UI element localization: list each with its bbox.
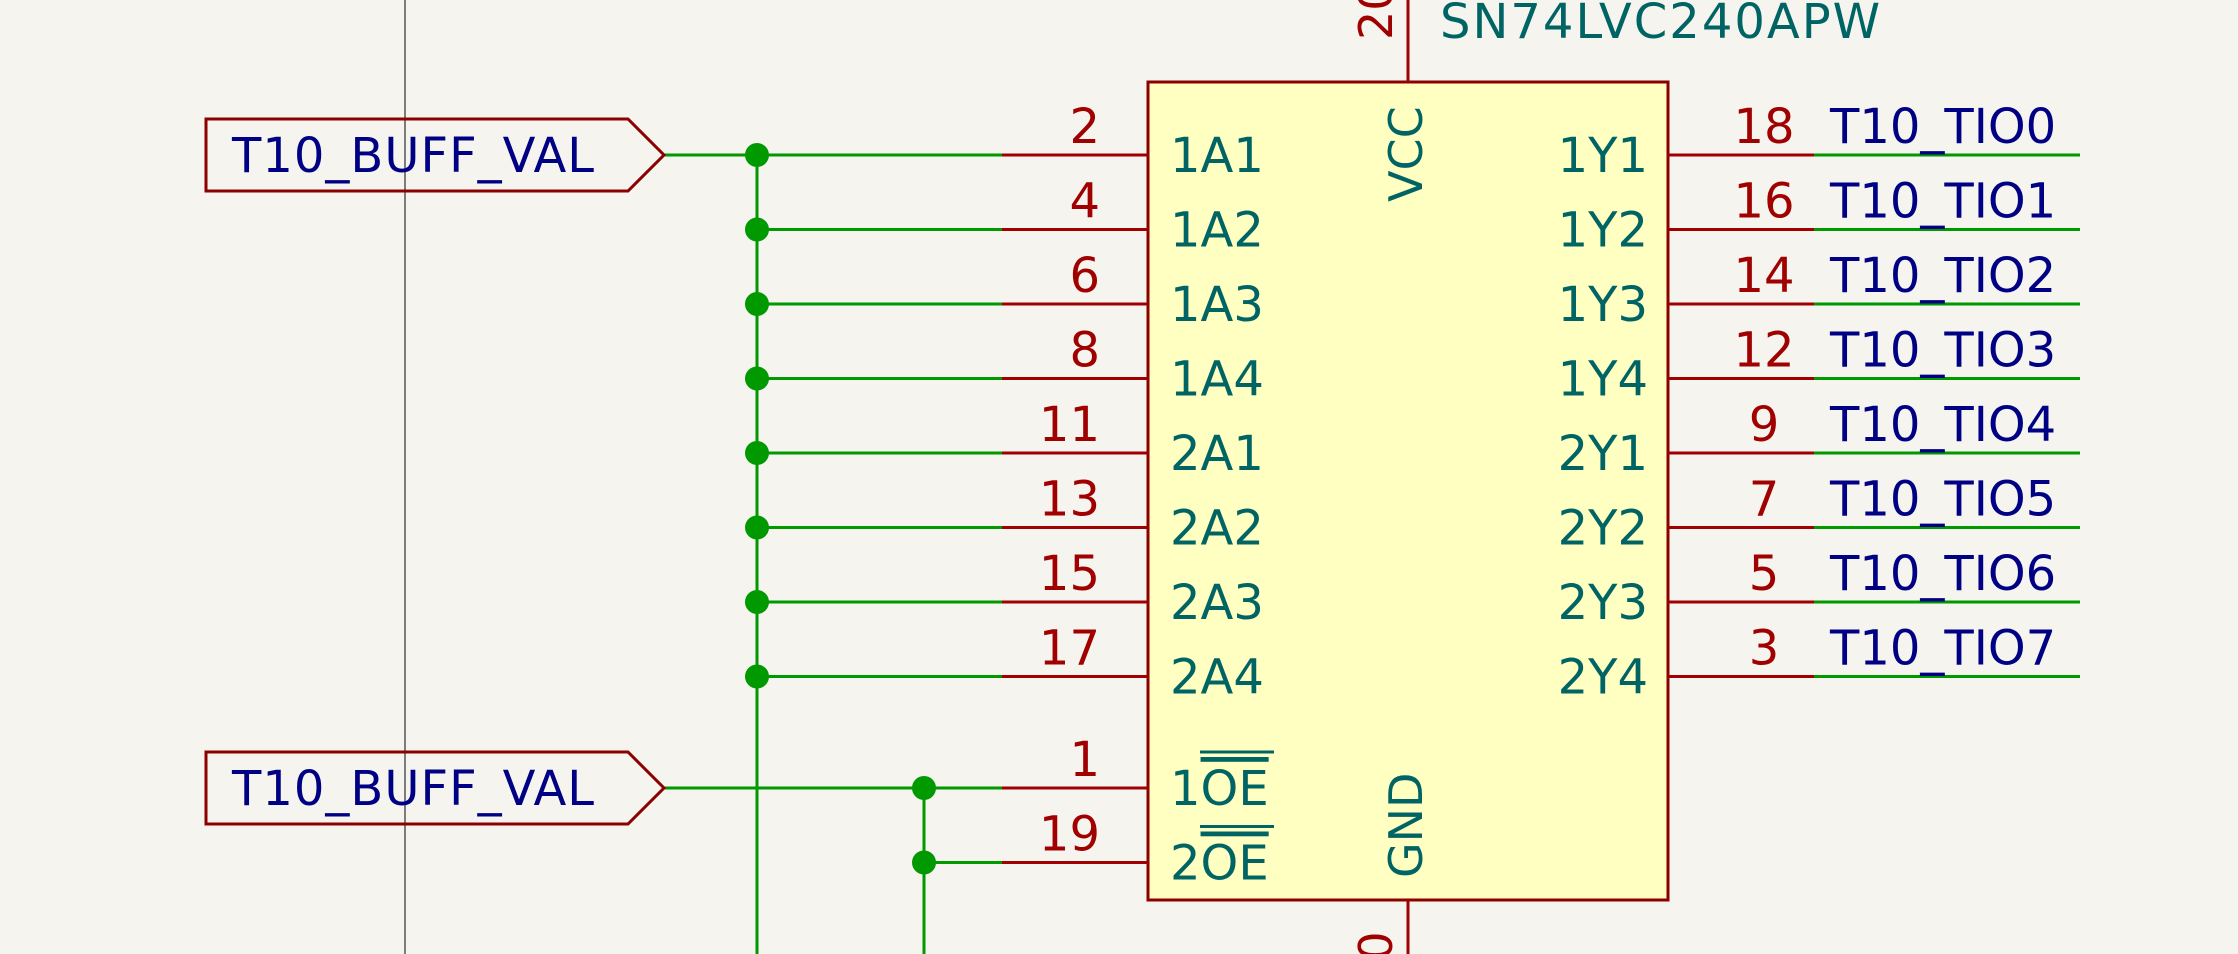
wire-junction — [745, 292, 769, 316]
pin-number: 5 — [1749, 546, 1780, 602]
pin-name: 1Y2 — [1558, 203, 1648, 259]
pin-number: 8 — [1069, 323, 1100, 379]
pin-name: 1A4 — [1170, 352, 1264, 408]
pin-number: 15 — [1039, 546, 1100, 602]
vcc-pin-number: 20 — [1349, 0, 1403, 40]
wire-junction — [745, 590, 769, 614]
pin-name: 2OE — [1170, 836, 1269, 892]
pin-number: 2 — [1069, 99, 1100, 155]
pin-name: 1OE — [1170, 761, 1269, 817]
pin-number: 14 — [1733, 248, 1794, 304]
wire-junction — [912, 850, 936, 875]
pin-name: 2A3 — [1170, 575, 1264, 631]
wire-junction — [745, 441, 769, 465]
pin-number: 9 — [1749, 397, 1780, 453]
pin-number: 17 — [1039, 621, 1100, 677]
wire-junction — [745, 515, 769, 540]
pin-name: 1Y3 — [1558, 277, 1648, 333]
gnd-pin-number: 10 — [1349, 931, 1403, 954]
pin-number: 19 — [1039, 807, 1100, 863]
pin-name: 2Y3 — [1558, 575, 1648, 631]
pin-name: 2Y2 — [1558, 501, 1648, 557]
hier-label-text: T10_BUFF_VAL — [231, 128, 595, 184]
pin-number: 11 — [1039, 397, 1100, 453]
net-label-t10_tio2[interactable]: T10_TIO2 — [1829, 248, 2056, 304]
pin-number: 12 — [1733, 323, 1794, 379]
vcc-pin-name: VCC — [1379, 106, 1433, 202]
pin-name: 2A4 — [1170, 650, 1264, 706]
pin-number: 7 — [1749, 472, 1780, 528]
pin-name: 2A2 — [1170, 501, 1264, 557]
hier-label-t10-buff-val[interactable]: T10_BUFF_VAL — [204, 750, 667, 826]
pin-number: 3 — [1749, 621, 1780, 677]
hier-label-text: T10_BUFF_VAL — [231, 761, 595, 817]
schematic-canvas: 20 VCC SN74LVC240APW 10 GND 2 1A1 4 1A2 6 1A3… — [204, 0, 2080, 954]
pin-name: 1A2 — [1170, 203, 1264, 259]
junctions-layer — [745, 143, 936, 875]
pin-number: 18 — [1733, 99, 1794, 155]
net-label-t10_tio0[interactable]: T10_TIO0 — [1829, 99, 2056, 155]
net-label-t10_tio3[interactable]: T10_TIO3 — [1829, 323, 2056, 379]
pin-name: 1Y1 — [1558, 128, 1648, 184]
wire-junction — [912, 776, 936, 800]
hier-labels-layer: T10_BUFF_VAL T10_BUFF_VAL — [204, 117, 667, 826]
net-label-t10_tio5[interactable]: T10_TIO5 — [1829, 472, 2056, 528]
pin-number: 4 — [1069, 174, 1100, 230]
net-label-t10_tio7[interactable]: T10_TIO7 — [1829, 621, 2056, 677]
part-value-label: SN74LVC240APW — [1440, 0, 1882, 50]
net-label-t10_tio4[interactable]: T10_TIO4 — [1829, 397, 2056, 453]
net-label-t10_tio6[interactable]: T10_TIO6 — [1829, 546, 2056, 602]
pin-name: 1A3 — [1170, 277, 1264, 333]
pin-name: 2Y4 — [1558, 650, 1648, 706]
wire-junction — [745, 217, 769, 242]
gnd-pin-name: GND — [1379, 773, 1433, 878]
net-label-t10_tio1[interactable]: T10_TIO1 — [1829, 174, 2056, 230]
pin-name: 1A1 — [1170, 128, 1264, 184]
pin-name: 2A1 — [1170, 426, 1264, 482]
pin-name: 2Y1 — [1558, 426, 1648, 482]
pin-number: 16 — [1733, 174, 1794, 230]
wire-junction — [745, 366, 769, 391]
pin-number: 13 — [1039, 472, 1100, 528]
pin-number: 6 — [1069, 248, 1100, 304]
pin-name: 1Y4 — [1558, 352, 1648, 408]
wire-junction — [745, 664, 769, 689]
wire-junction — [745, 143, 769, 167]
hier-label-t10-buff-val[interactable]: T10_BUFF_VAL — [204, 117, 667, 193]
pin-number: 1 — [1069, 732, 1100, 788]
